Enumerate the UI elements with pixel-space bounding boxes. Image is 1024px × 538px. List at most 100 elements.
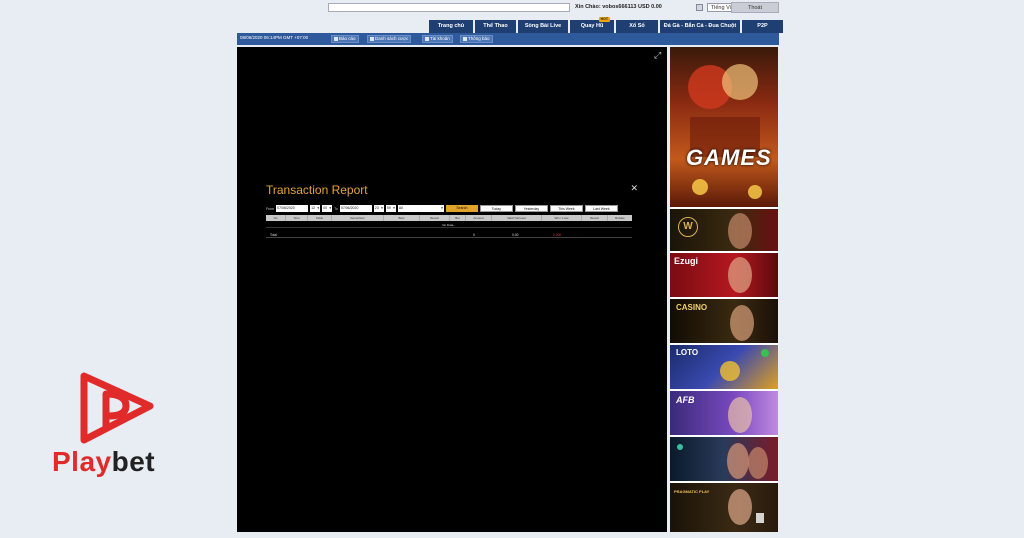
from-minute-select[interactable]: 00 [322, 205, 333, 212]
loto-art-icon [720, 349, 769, 381]
loto-banner[interactable]: LOTO [670, 345, 778, 389]
ezugi-banner[interactable]: Ezugi [670, 253, 778, 297]
from-date-input[interactable]: 07/06/2020 [276, 205, 309, 212]
casino-banner[interactable]: CASINO [670, 299, 778, 343]
top-bar: Xin Chào: vobos666113 USD 0.00 Tiếng Việ… [328, 2, 780, 15]
tab-p2p[interactable]: P2P [742, 20, 783, 33]
tab-slots[interactable]: Quay Hũ HOT [570, 17, 614, 33]
this-week-button[interactable]: This Week [549, 205, 583, 212]
games-banner[interactable]: GAMES [670, 47, 778, 207]
expand-icon[interactable]: ⤢ [654, 51, 663, 60]
play-triangle-icon [80, 372, 154, 444]
promo-sidebar: GAMES W Ezugi CASINO LOTO AFB PRAGMATIC … [670, 47, 778, 532]
hot-badge: HOT [598, 17, 610, 22]
games-label: GAMES [686, 145, 772, 170]
account-icon [425, 37, 429, 41]
notification-label: Thông báo [468, 36, 490, 41]
tab-label: P2P [757, 23, 768, 29]
to-hour-select[interactable]: 23 [373, 205, 384, 212]
col-game-item[interactable]: Game/Item [332, 215, 384, 221]
transaction-report: Transaction Report ✕ From 07/06/2020 12 … [264, 177, 644, 252]
notification-icon [463, 37, 467, 41]
tab-cockfight-fishing-rat-race[interactable]: Đá Gà - Bắn Cá - Đua Chuột [660, 20, 740, 33]
table-header: No Time Table Game/Item Bets Result Bet … [266, 215, 632, 221]
col-rebate[interactable]: Rebate [608, 215, 632, 221]
pragmatic-art-icon [728, 489, 764, 525]
report-filter: From 07/06/2020 12 00 To 07/06/2020 23 5… [266, 204, 644, 213]
datetime: 08/06/2020 06:14PM GMT +07:00 [240, 35, 309, 40]
brand-red: Play [52, 446, 112, 477]
col-table[interactable]: Table [308, 215, 332, 221]
report-label: Báo cáo [339, 36, 356, 41]
playbet-logo: Playbet [52, 372, 172, 482]
live-art-icon [677, 443, 768, 479]
today-button[interactable]: Today [479, 205, 513, 212]
close-icon[interactable]: ✕ [630, 183, 638, 194]
report-title: Transaction Report [266, 183, 368, 197]
total-bet: 0 [473, 233, 475, 237]
refresh-icon[interactable] [696, 4, 703, 11]
col-no[interactable]: No [266, 215, 286, 221]
tab-label: Quay Hũ [580, 23, 604, 29]
col-win-loss[interactable]: Win / Loss [542, 215, 582, 221]
col-bet[interactable]: Bet [450, 215, 466, 221]
col-time[interactable]: Time [286, 215, 308, 221]
marquee-bar [328, 3, 570, 12]
balance: USD 0.00 [637, 4, 662, 10]
product-filter-select[interactable]: All [397, 205, 444, 212]
live-banner[interactable] [670, 437, 778, 481]
report-icon [334, 37, 338, 41]
report-button[interactable]: Báo cáo [331, 35, 359, 43]
afb-art-icon [728, 397, 752, 433]
tab-label: Trang chủ [437, 23, 465, 29]
account-label: Tài khoản [430, 36, 450, 41]
w-art-icon [728, 213, 752, 249]
tab-home[interactable]: Trang chủ [429, 20, 473, 33]
tab-label: Thể Thao [483, 23, 508, 29]
tab-live-casino[interactable]: Sòng Bài Live [518, 20, 568, 33]
games-art-icon [688, 64, 762, 199]
col-result[interactable]: Result [420, 215, 450, 221]
notification-button[interactable]: Thông báo [460, 35, 493, 43]
pragmatic-banner[interactable]: PRAGMATIC PLAY [670, 483, 778, 532]
afb-banner[interactable]: AFB [670, 391, 778, 435]
col-amount[interactable]: Amount [466, 215, 492, 221]
username: vobos666113 [602, 4, 637, 10]
tab-label: Xổ Số [629, 23, 645, 29]
list-icon [370, 37, 374, 41]
tab-sports[interactable]: Thể Thao [475, 20, 516, 33]
greeting-label: Xin Chào: [575, 4, 601, 10]
casino-art-icon [730, 305, 754, 341]
last-week-button[interactable]: Last Week [584, 205, 618, 212]
bet-list-label: Danh sách cược [375, 36, 409, 41]
account-button[interactable]: Tài khoản [422, 35, 453, 43]
bet-list-button[interactable]: Danh sách cược [367, 35, 412, 43]
from-hour-select[interactable]: 12 [310, 205, 321, 212]
col-bets[interactable]: Bets [384, 215, 420, 221]
from-label: From [266, 206, 275, 211]
user-greeting: Xin Chào: vobos666113 USD 0.00 [575, 4, 662, 10]
w-casino-banner[interactable]: W [670, 209, 778, 251]
total-turnover: 0.00 [512, 233, 519, 237]
col-result-2[interactable]: Result [582, 215, 608, 221]
to-label: To [334, 206, 338, 211]
ezugi-art-icon [728, 257, 752, 293]
main-panel: ⤢ Transaction Report ✕ From 07/06/2020 1… [237, 47, 667, 532]
yesterday-button[interactable]: Yesterday [514, 205, 548, 212]
sub-toolbar: 08/06/2020 06:14PM GMT +07:00 Báo cáo Da… [237, 33, 779, 45]
main-nav: Trang chủ Thể Thao Sòng Bài Live Quay Hũ… [429, 17, 783, 33]
logout-button[interactable]: Thoát [731, 2, 779, 13]
brand-dark: bet [111, 446, 156, 477]
search-button[interactable]: Search [445, 205, 478, 212]
tab-label: Sòng Bài Live [524, 23, 562, 29]
brand-wordmark: Playbet [52, 446, 155, 478]
col-valid-turnover[interactable]: Valid Turnover [492, 215, 542, 221]
no-data-row: No Data... [266, 222, 632, 228]
total-win-loss: 0.000 [553, 233, 562, 237]
tab-lottery[interactable]: Xổ Số [616, 20, 658, 33]
total-row: Total 0 0.00 0.000 [266, 232, 632, 238]
tab-label: Đá Gà - Bắn Cá - Đua Chuột [663, 23, 737, 29]
total-label: Total [270, 233, 277, 237]
to-minute-select[interactable]: 59 [385, 205, 396, 212]
to-date-input[interactable]: 07/06/2020 [339, 205, 372, 212]
